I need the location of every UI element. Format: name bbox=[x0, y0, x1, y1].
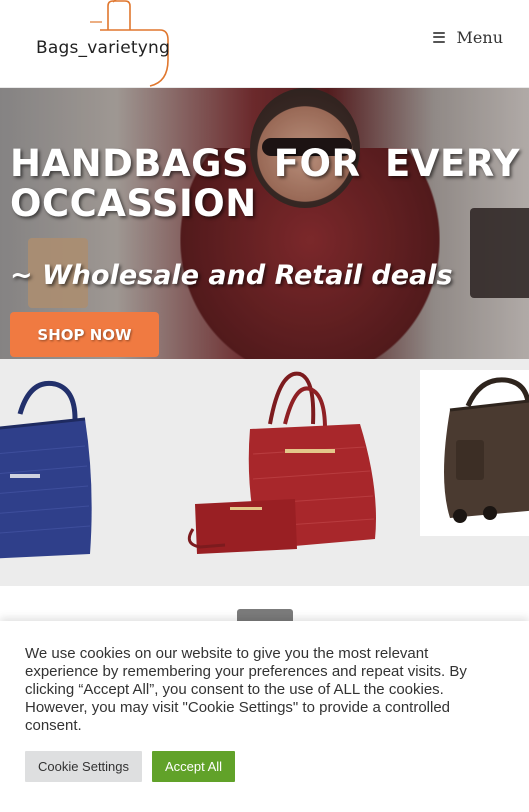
product-image-red-handbag-set[interactable] bbox=[185, 369, 380, 559]
hamburger-icon bbox=[432, 31, 445, 43]
hero-subtitle: ~ Wholesale and Retail deals bbox=[10, 260, 453, 291]
site-logo[interactable]: Bags_varietyng bbox=[30, 0, 180, 88]
menu-label: Menu bbox=[456, 27, 503, 47]
product-carousel bbox=[0, 359, 529, 586]
product-image-brown-travel-bag[interactable] bbox=[420, 370, 529, 536]
hero-title-word: EVERY bbox=[385, 142, 520, 185]
hero-title-word: HANDBAGS bbox=[10, 142, 250, 185]
logo-text: Bags_varietyng bbox=[36, 38, 170, 58]
cookie-settings-button[interactable]: Cookie Settings bbox=[25, 751, 142, 782]
cookie-consent-banner: We use cookies on our website to give yo… bbox=[0, 621, 529, 812]
accept-all-button[interactable]: Accept All bbox=[152, 751, 235, 782]
hero-title-word: FOR bbox=[273, 142, 361, 185]
hero-title: HANDBAGS FOR EVERY OCCASSION bbox=[10, 144, 520, 224]
cookie-message: We use cookies on our website to give yo… bbox=[25, 645, 467, 734]
hero-title-line2: OCCASSION bbox=[10, 182, 257, 225]
menu-button[interactable]: Menu bbox=[432, 26, 503, 48]
site-header: Bags_varietyng Menu bbox=[0, 0, 529, 88]
hero-banner: HANDBAGS FOR EVERY OCCASSION ~ Wholesale… bbox=[0, 88, 529, 359]
shop-now-button[interactable]: SHOP NOW bbox=[10, 312, 159, 357]
product-image-blue-handbag[interactable] bbox=[0, 374, 100, 559]
